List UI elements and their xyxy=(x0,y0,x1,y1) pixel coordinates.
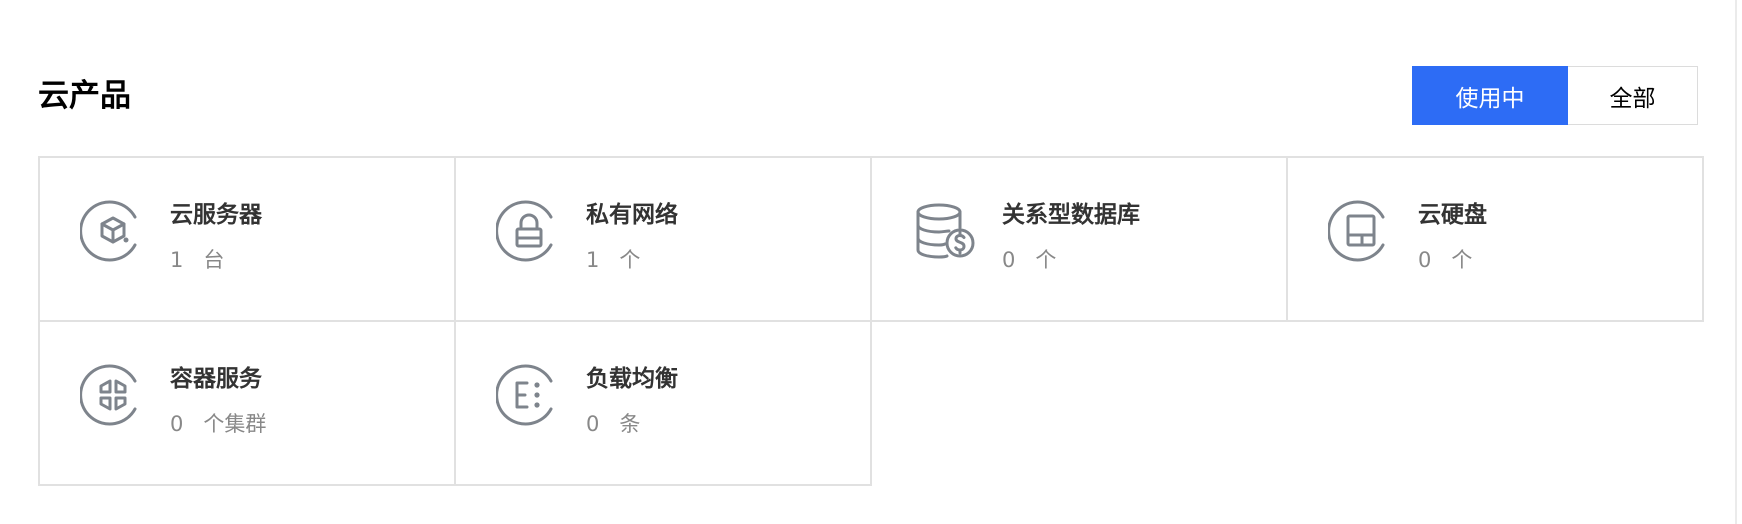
product-count: 0 xyxy=(1002,248,1016,272)
panel-divider xyxy=(1735,0,1737,524)
product-name: 负载均衡 xyxy=(586,366,678,392)
product-usage: 0个 xyxy=(1418,246,1472,274)
section-title: 云产品 xyxy=(38,78,131,114)
product-name: 私有网络 xyxy=(586,202,678,228)
product-name: 云硬盘 xyxy=(1418,202,1487,228)
product-card-cvm[interactable]: 云服务器 1台 xyxy=(38,156,456,322)
product-grid: 云服务器 1台 私有网络 1个 关系型数据库 0 个 云硬盘 0 个 容器服务 … xyxy=(38,156,1704,486)
product-card-cbs[interactable]: 云硬盘 0个 xyxy=(1286,156,1704,322)
filter-toggle: 使用中 全部 xyxy=(1412,66,1698,125)
product-card-vpc[interactable]: 私有网络 1个 xyxy=(454,156,872,322)
product-card-tke[interactable]: 容器服务 0 个集群 xyxy=(38,320,456,486)
disk-icon xyxy=(1328,198,1394,264)
product-unit: 条 xyxy=(619,412,641,436)
product-unit: 个 xyxy=(1451,248,1473,272)
product-count: 1 xyxy=(170,248,184,272)
product-count: 1 xyxy=(586,248,600,272)
container-icon xyxy=(80,362,146,428)
load-balancer-icon xyxy=(496,362,562,428)
product-usage: 0条 xyxy=(586,410,640,438)
cube-icon xyxy=(80,198,146,264)
product-name: 云服务器 xyxy=(170,202,262,228)
filter-all-button[interactable]: 全部 xyxy=(1568,66,1698,125)
product-count: 0 xyxy=(586,412,600,436)
product-count: 0 xyxy=(170,412,184,436)
database-dollar-icon xyxy=(912,198,978,264)
product-usage: 1台 xyxy=(170,246,224,274)
product-unit: 个集群 xyxy=(203,412,267,436)
product-name: 关系型数据库 xyxy=(1002,202,1140,228)
product-count: 0 xyxy=(1418,248,1432,272)
product-usage: 1个 xyxy=(586,246,640,274)
filter-in-use-button[interactable]: 使用中 xyxy=(1412,66,1568,125)
product-name: 容器服务 xyxy=(170,366,262,392)
product-card-cdb[interactable]: 关系型数据库 0个 xyxy=(870,156,1288,322)
product-unit: 个 xyxy=(619,248,641,272)
product-unit: 个 xyxy=(1035,248,1057,272)
lock-icon xyxy=(496,198,562,264)
product-unit: 台 xyxy=(203,248,225,272)
product-usage: 0个 xyxy=(1002,246,1056,274)
product-card-clb[interactable]: 负载均衡 0条 xyxy=(454,320,872,486)
product-usage: 0 个集群 xyxy=(170,410,266,438)
cloud-products-panel: 云产品 使用中 全部 云服务器 1台 私有网络 1 个 关系型数据库 0 个 云… xyxy=(0,0,1742,524)
